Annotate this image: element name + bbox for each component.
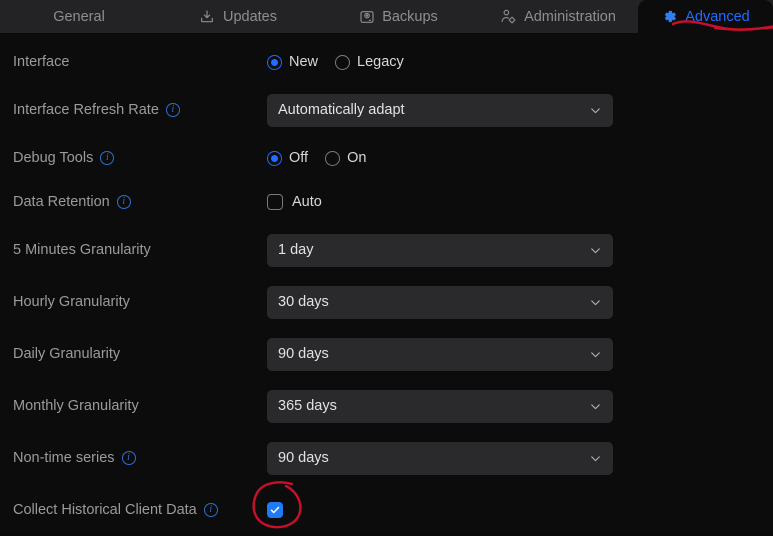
tab-advanced[interactable]: Advanced — [638, 0, 773, 33]
user-gear-icon — [500, 8, 517, 25]
row-hourly-granularity: Hourly Granularity 30 days — [0, 276, 773, 328]
checkbox-unchecked-icon[interactable] — [267, 194, 283, 210]
info-icon[interactable]: i — [203, 503, 218, 517]
label-data-retention-text: Data Retention — [13, 194, 110, 210]
row-daily-granularity: Daily Granularity 90 days — [0, 328, 773, 380]
radio-debug-tools-off[interactable]: Off — [267, 150, 308, 166]
radio-interface-new-label: New — [289, 54, 319, 70]
label-non-time-series-text: Non-time series — [13, 450, 115, 466]
radio-group-debug-tools: Off On — [267, 150, 366, 166]
radio-unselected-icon[interactable] — [335, 54, 351, 70]
row-5-minutes-granularity: 5 Minutes Granularity 1 day — [0, 224, 773, 276]
row-interface-refresh-rate: Interface Refresh Rate i Automatically a… — [0, 84, 773, 136]
label-data-retention: Data Retention i — [13, 194, 131, 210]
label-interface-refresh-rate-text: Interface Refresh Rate — [13, 102, 159, 118]
control-non-time-series: 90 days — [267, 441, 613, 475]
download-icon — [199, 8, 216, 25]
chevron-down-icon — [589, 400, 602, 413]
label-non-time-series: Non-time series i — [13, 450, 136, 466]
tab-backups-label: Backups — [382, 8, 438, 25]
chevron-down-icon — [589, 348, 602, 361]
row-monthly-granularity: Monthly Granularity 365 days — [0, 380, 773, 432]
select-monthly-granularity[interactable]: 365 days — [267, 389, 613, 423]
radio-debug-tools-on-label: On — [347, 150, 367, 166]
tab-administration-label: Administration — [524, 8, 616, 25]
checkbox-data-retention-auto[interactable]: Auto — [267, 194, 322, 210]
select-interface-refresh-rate-value: Automatically adapt — [278, 102, 405, 118]
label-collect-historical-client-data-text: Collect Historical Client Data — [13, 502, 197, 518]
select-daily-granularity[interactable]: 90 days — [267, 337, 613, 371]
disk-icon — [358, 8, 375, 25]
select-5-minutes-granularity-value: 1 day — [278, 242, 314, 258]
select-interface-refresh-rate[interactable]: Automatically adapt — [267, 93, 613, 127]
label-daily-granularity-text: Daily Granularity — [13, 346, 121, 362]
checkbox-collect-historical-client-data[interactable] — [267, 502, 283, 518]
radio-debug-tools-off-label: Off — [289, 150, 309, 166]
row-interface: Interface New Legacy — [0, 36, 773, 88]
radio-selected-icon[interactable] — [267, 54, 282, 70]
row-non-time-series: Non-time series i 90 days — [0, 432, 773, 484]
label-monthly-granularity: Monthly Granularity — [13, 398, 139, 414]
settings-tab-bar: General Updates Backups Administration A… — [0, 0, 773, 33]
tab-updates-label: Updates — [222, 8, 277, 25]
tab-general[interactable]: General — [0, 0, 158, 33]
label-debug-tools: Debug Tools i — [13, 150, 115, 166]
row-collect-historical-client-data: Collect Historical Client Data i — [0, 484, 773, 536]
select-non-time-series-value: 90 days — [278, 450, 329, 466]
label-5-minutes-granularity: 5 Minutes Granularity — [13, 242, 151, 258]
checkbox-data-retention-auto-label: Auto — [292, 194, 322, 210]
select-hourly-granularity[interactable]: 30 days — [267, 285, 613, 319]
tab-general-label: General — [53, 8, 105, 25]
control-interface-refresh-rate: Automatically adapt — [267, 93, 613, 127]
radio-group-interface: New Legacy — [267, 54, 404, 70]
select-5-minutes-granularity[interactable]: 1 day — [267, 233, 613, 267]
control-daily-granularity: 90 days — [267, 337, 613, 371]
radio-unselected-icon[interactable] — [325, 150, 341, 166]
control-5-minutes-granularity: 1 day — [267, 233, 613, 267]
control-debug-tools: Off On — [267, 150, 366, 166]
label-collect-historical-client-data: Collect Historical Client Data i — [13, 502, 218, 518]
chevron-down-icon — [589, 452, 602, 465]
label-hourly-granularity: Hourly Granularity — [13, 294, 130, 310]
label-interface: Interface — [13, 54, 69, 70]
label-daily-granularity: Daily Granularity — [13, 346, 120, 362]
label-interface-refresh-rate: Interface Refresh Rate i — [13, 102, 180, 118]
radio-selected-icon[interactable] — [267, 150, 282, 166]
tab-administration[interactable]: Administration — [478, 0, 638, 33]
row-data-retention: Data Retention i Auto — [0, 176, 773, 228]
control-hourly-granularity: 30 days — [267, 285, 613, 319]
label-interface-text: Interface — [13, 54, 70, 70]
select-daily-granularity-value: 90 days — [278, 346, 329, 362]
control-interface: New Legacy — [267, 54, 404, 70]
chevron-down-icon — [589, 244, 602, 257]
info-icon[interactable]: i — [121, 451, 136, 465]
control-collect-historical-client-data — [267, 502, 283, 518]
radio-debug-tools-on[interactable]: On — [325, 150, 366, 166]
label-hourly-granularity-text: Hourly Granularity — [13, 294, 130, 310]
tab-updates[interactable]: Updates — [158, 0, 318, 33]
select-non-time-series[interactable]: 90 days — [267, 441, 613, 475]
tab-backups[interactable]: Backups — [318, 0, 478, 33]
chevron-down-icon — [589, 104, 602, 117]
control-data-retention: Auto — [267, 194, 322, 210]
tab-advanced-label: Advanced — [685, 8, 750, 25]
select-monthly-granularity-value: 365 days — [278, 398, 337, 414]
advanced-settings-form: Interface New Legacy Interface Refresh R… — [0, 33, 773, 532]
label-debug-tools-text: Debug Tools — [13, 150, 94, 166]
label-5-minutes-granularity-text: 5 Minutes Granularity — [13, 242, 151, 258]
info-icon[interactable]: i — [165, 103, 180, 117]
radio-interface-legacy-label: Legacy — [357, 54, 404, 70]
control-monthly-granularity: 365 days — [267, 389, 613, 423]
select-hourly-granularity-value: 30 days — [278, 294, 329, 310]
info-icon[interactable]: i — [116, 195, 131, 209]
radio-interface-new[interactable]: New — [267, 54, 318, 70]
chevron-down-icon — [589, 296, 602, 309]
label-monthly-granularity-text: Monthly Granularity — [13, 398, 139, 414]
info-icon[interactable]: i — [100, 151, 115, 165]
radio-interface-legacy[interactable]: Legacy — [335, 54, 404, 70]
gear-icon — [661, 8, 678, 25]
